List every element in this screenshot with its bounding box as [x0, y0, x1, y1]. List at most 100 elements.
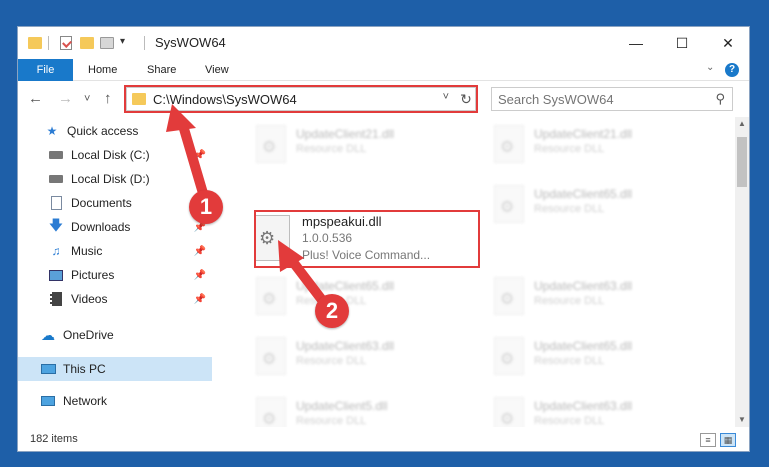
file-name: UpdateClient21.dll [534, 127, 633, 141]
search-icon[interactable]: ⚲ [715, 91, 725, 107]
pin-icon[interactable]: 📌 [194, 294, 206, 305]
music-icon: ♫ [51, 244, 61, 258]
file-item[interactable]: ⚙ UpdateClient65.dll Resource DLL [486, 333, 716, 383]
file-list: ⚙ UpdateClient21.dll Resource DLL ⚙ Upda… [228, 117, 728, 427]
item-count: 182 items [30, 433, 78, 445]
documents-icon [48, 196, 64, 210]
scroll-thumb[interactable] [737, 137, 747, 187]
new-folder-icon[interactable] [80, 37, 94, 49]
sidebar-item-label: Music [71, 244, 103, 258]
file-type: Resource DLL [296, 415, 367, 427]
step-2-badge: 2 [315, 294, 349, 328]
sidebar-item-label: This PC [63, 362, 106, 376]
tiles-view-button[interactable]: ▦ [720, 433, 736, 447]
gear-icon: ⚙ [500, 139, 515, 156]
refresh-button[interactable]: ↻ [455, 87, 477, 111]
help-icon[interactable]: ? [725, 63, 739, 77]
toolbar-divider [144, 36, 145, 50]
sidebar-item-label: Pictures [71, 268, 115, 282]
file-description: Plus! Voice Command... [302, 248, 431, 262]
address-dropdown-icon[interactable]: ˅ [443, 91, 449, 103]
scroll-down-arrow[interactable]: ▼ [735, 413, 749, 427]
gear-icon: ⚙ [262, 139, 277, 156]
gear-icon: ⚙ [500, 411, 515, 427]
file-item[interactable]: ⚙ UpdateClient63.dll Resource DLL [486, 273, 716, 323]
file-item-mpspeakui[interactable]: ⚙ mpspeakui.dll 1.0.0.536 Plus! Voice Co… [254, 213, 480, 269]
folder-icon[interactable] [28, 37, 42, 49]
network-icon [40, 394, 56, 408]
file-item[interactable]: ⚙ UpdateClient5.dll Resource DLL [248, 393, 478, 427]
tab-file[interactable]: File [18, 59, 73, 81]
recent-locations-button[interactable]: ˅ [84, 93, 90, 105]
scroll-up-arrow[interactable]: ▲ [735, 117, 749, 131]
gear-icon: ⚙ [500, 291, 515, 308]
sidebar-item-this-pc[interactable]: This PC [18, 357, 212, 381]
file-item[interactable]: ⚙ UpdateClient21.dll Resource DLL [486, 121, 716, 171]
quick-access-dropdown[interactable]: ▾ [120, 35, 125, 51]
vertical-scrollbar[interactable]: ▲ ▼ [735, 117, 749, 427]
tab-home[interactable]: Home [76, 59, 129, 81]
sidebar-item-label: Local Disk (C:) [71, 148, 150, 162]
file-item[interactable]: ⚙ UpdateClient63.dll Resource DLL [248, 333, 478, 383]
file-item[interactable]: ⚙ UpdateClient65.dll Resource DLL [486, 181, 716, 231]
close-button[interactable]: ✕ [705, 27, 749, 59]
sidebar-item-local-disk-c[interactable]: Local Disk (C:) 📌 [18, 143, 212, 167]
address-path[interactable]: C:\Windows\SysWOW64 [153, 92, 297, 107]
file-version: 1.0.0.536 [302, 231, 353, 245]
pictures-icon [48, 268, 64, 282]
file-type: Resource DLL [534, 355, 605, 367]
gear-icon: ⚙ [500, 199, 515, 216]
search-box[interactable]: ⚲ [491, 87, 733, 111]
sidebar-item-label: Network [63, 394, 108, 408]
file-item[interactable]: ⚙ UpdateClient63.dll Resource DLL [486, 393, 716, 427]
videos-icon [48, 292, 64, 306]
customize-toolbar-icon[interactable] [100, 37, 114, 49]
file-name: UpdateClient63.dll [534, 279, 633, 293]
details-view-button[interactable]: ≡ [700, 433, 716, 447]
folder-icon [132, 93, 146, 105]
maximize-button[interactable]: ☐ [659, 27, 705, 59]
expand-ribbon-icon[interactable]: ⌄ [706, 62, 714, 73]
sidebar-item-downloads[interactable]: 🡇 Downloads 📌 [18, 215, 212, 239]
search-input[interactable] [498, 91, 698, 107]
navigation-pane: ★ Quick access Local Disk (C:) 📌 Local D… [18, 117, 212, 427]
file-name: UpdateClient63.dll [534, 399, 633, 413]
tab-share[interactable]: Share [135, 59, 188, 81]
downloads-icon: 🡇 [48, 217, 64, 233]
file-name: UpdateClient65.dll [296, 279, 395, 293]
gear-icon: ⚙ [262, 351, 277, 368]
address-bar[interactable]: C:\Windows\SysWOW64 ˅ [126, 87, 476, 111]
gear-icon: ⚙ [262, 411, 277, 427]
sidebar-item-onedrive[interactable]: ☁ OneDrive [18, 323, 212, 347]
sidebar-item-videos[interactable]: Videos 📌 [18, 287, 212, 311]
file-type: Resource DLL [296, 143, 367, 155]
pin-icon[interactable]: 📌 [194, 270, 206, 281]
properties-icon[interactable] [60, 36, 72, 50]
file-item[interactable]: ⚙ UpdateClient65.dll Resource DLL [248, 273, 478, 323]
sidebar-item-network[interactable]: Network [18, 389, 212, 413]
file-name: UpdateClient5.dll [296, 399, 388, 413]
file-name: UpdateClient65.dll [534, 339, 633, 353]
navigation-bar: ← → ˅ ↑ C:\Windows\SysWOW64 ˅ ↻ ⚲ [18, 81, 749, 117]
minimize-button[interactable]: — [613, 27, 659, 59]
sidebar-item-pictures[interactable]: Pictures 📌 [18, 263, 212, 287]
title-bar: ▾ SysWOW64 — ☐ ✕ [18, 27, 749, 59]
up-button[interactable]: ↑ [104, 90, 112, 107]
pin-icon[interactable]: 📌 [194, 150, 206, 161]
file-name: UpdateClient63.dll [296, 339, 395, 353]
pin-icon[interactable]: 📌 [194, 246, 206, 257]
sidebar-item-documents[interactable]: Documents [18, 191, 212, 215]
gear-icon: ⚙ [259, 228, 276, 248]
forward-button[interactable]: → [58, 90, 73, 107]
gear-icon: ⚙ [262, 291, 277, 308]
tab-view[interactable]: View [193, 59, 241, 81]
sidebar-item-music[interactable]: ♫ Music 📌 [18, 239, 212, 263]
sidebar-item-label: Downloads [71, 220, 131, 234]
sidebar-item-label: Local Disk (D:) [71, 172, 150, 186]
sidebar-item-local-disk-d[interactable]: Local Disk (D:) [18, 167, 212, 191]
file-item[interactable]: ⚙ UpdateClient21.dll Resource DLL [248, 121, 478, 171]
toolbar-divider [48, 36, 49, 50]
back-button[interactable]: ← [28, 90, 43, 107]
step-1-badge: 1 [189, 190, 223, 224]
sidebar-item-quick-access[interactable]: ★ Quick access [18, 119, 212, 143]
